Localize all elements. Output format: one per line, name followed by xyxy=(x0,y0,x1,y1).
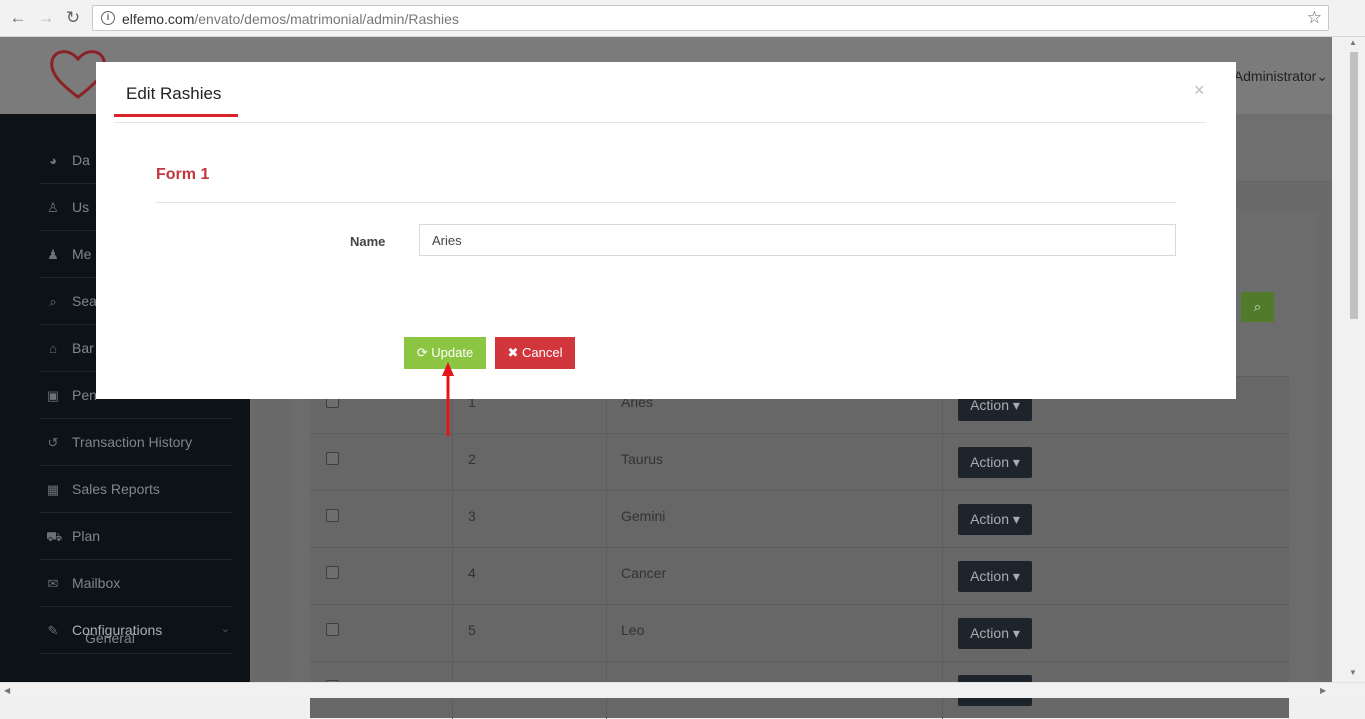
times-icon: ✖ xyxy=(507,345,519,360)
row-number: 2 xyxy=(468,451,476,467)
image-icon: ▣ xyxy=(46,388,60,403)
bookmark-star-icon[interactable]: ☆ xyxy=(1307,8,1322,28)
url-path: /envato/demos/matrimonial/admin/Rashies xyxy=(194,11,459,27)
cancel-label: Cancel xyxy=(522,345,563,360)
sidebar-item-9[interactable]: ✉ Mailbox xyxy=(40,560,232,607)
modal-header-divider xyxy=(114,122,1206,123)
row-checkbox[interactable] xyxy=(326,509,339,522)
row-number: 3 xyxy=(468,508,476,524)
chevron-down-icon: ⌄ xyxy=(1316,68,1328,84)
row-name: Cancer xyxy=(621,565,667,581)
scroll-up-icon[interactable]: ▲ xyxy=(1349,38,1357,47)
sidebar-item-label: Sea xyxy=(72,293,97,309)
sidebar-item-label: Transaction History xyxy=(72,434,193,450)
action-button[interactable]: Action ▾ xyxy=(958,447,1032,478)
sidebar-item-label: Bar xyxy=(72,340,94,356)
bank-icon: ⌂ xyxy=(49,341,57,356)
column-divider xyxy=(452,548,453,605)
user-icon: ♙ xyxy=(47,200,59,215)
sidebar-item-10[interactable]: ✎ Configurations ⌄ xyxy=(40,607,232,654)
row-checkbox[interactable] xyxy=(326,623,339,636)
column-divider xyxy=(606,434,607,491)
row-checkbox[interactable] xyxy=(326,566,339,579)
table-row: 3 Gemini Action ▾ xyxy=(310,490,1289,548)
row-name: Taurus xyxy=(621,451,664,467)
url-host: elfemo.com xyxy=(122,11,195,27)
column-divider xyxy=(606,548,607,605)
sidebar-item-label: Pen xyxy=(72,387,97,403)
sidebar-item-8[interactable]: ⛟ Plan xyxy=(40,513,232,560)
column-divider xyxy=(942,548,943,605)
row-number: 4 xyxy=(468,565,476,581)
chevron-down-icon: ⌄ xyxy=(220,623,230,635)
cart-icon: ⛟ xyxy=(46,529,63,544)
close-icon[interactable]: × xyxy=(1194,80,1205,101)
search-icon: ⌕ xyxy=(1253,299,1262,314)
sidebar-item-label: Da xyxy=(72,152,90,168)
admin-label: Administrator xyxy=(1233,68,1317,84)
address-bar[interactable]: i elfemo.com/envato/demos/matrimonial/ad… xyxy=(92,5,1329,31)
form-divider xyxy=(156,202,1176,203)
table-row: 4 Cancer Action ▾ xyxy=(310,547,1289,605)
scroll-right-icon[interactable]: ▶ xyxy=(1320,686,1326,695)
browser-toolbar: ← → ↻ i elfemo.com/envato/demos/matrimon… xyxy=(0,0,1365,37)
cancel-button[interactable]: ✖ Cancel xyxy=(495,337,575,369)
envelope-icon: ✉ xyxy=(47,576,59,591)
info-icon[interactable]: i xyxy=(101,11,115,25)
vertical-scrollbar[interactable]: ▲ ▼ xyxy=(1332,37,1365,682)
row-name: Gemini xyxy=(621,508,666,524)
table-search-button[interactable]: ⌕ xyxy=(1241,292,1274,322)
name-input[interactable] xyxy=(419,224,1176,256)
edit-rashies-modal: Edit Rashies × Form 1 Name ⟳ Update ✖ Ca… xyxy=(96,62,1236,399)
action-button[interactable]: Action ▾ xyxy=(958,618,1032,649)
modal-title-underline xyxy=(114,114,238,117)
sidebar-item-6[interactable]: ↺ Transaction History xyxy=(40,419,232,466)
column-divider xyxy=(452,434,453,491)
form-title: Form 1 xyxy=(156,166,210,183)
dashboard-icon: ◕ xyxy=(49,153,57,168)
modal-title: Edit Rashies xyxy=(126,84,222,103)
table-row: 5 Leo Action ▾ xyxy=(310,604,1289,662)
column-divider xyxy=(606,491,607,548)
name-label: Name xyxy=(350,234,386,249)
sidebar-item-label: Sales Reports xyxy=(72,481,160,497)
column-divider xyxy=(942,605,943,662)
members-icon: ♟ xyxy=(47,247,59,262)
search-icon: ⌕ xyxy=(49,294,57,309)
admin-menu[interactable]: Administrator⌄ xyxy=(1234,68,1328,85)
sidebar-item-label: Us xyxy=(72,199,90,215)
table-row: 2 Taurus Action ▾ xyxy=(310,433,1289,491)
forward-icon[interactable]: → xyxy=(35,7,57,29)
wrench-icon: ✎ xyxy=(47,623,59,638)
sidebar-subitem-general[interactable]: General xyxy=(85,630,135,646)
sidebar-item-label: Mailbox xyxy=(72,575,121,591)
annotation-arrow-icon xyxy=(442,362,454,436)
scrollbar-thumb[interactable] xyxy=(1350,52,1358,319)
refresh-icon: ⟳ xyxy=(416,345,428,360)
horizontal-scrollbar[interactable]: ◀ ▶ xyxy=(0,682,1365,698)
history-icon: ↺ xyxy=(47,435,59,450)
row-checkbox[interactable] xyxy=(326,452,339,465)
table-icon: ▦ xyxy=(46,482,60,497)
scroll-left-icon[interactable]: ◀ xyxy=(4,686,10,695)
column-divider xyxy=(606,605,607,662)
back-icon[interactable]: ← xyxy=(7,7,29,29)
row-number: 5 xyxy=(468,622,476,638)
column-divider xyxy=(942,491,943,548)
column-divider xyxy=(452,605,453,662)
action-button[interactable]: Action ▾ xyxy=(958,504,1032,535)
scroll-down-icon[interactable]: ▼ xyxy=(1349,668,1357,677)
update-label: Update xyxy=(431,345,474,360)
sidebar-item-label: Plan xyxy=(72,528,101,544)
action-button[interactable]: Action ▾ xyxy=(958,561,1032,592)
sidebar-item-7[interactable]: ▦ Sales Reports xyxy=(40,466,232,513)
sidebar-item-label: Me xyxy=(72,246,92,262)
reload-icon[interactable]: ↻ xyxy=(62,7,84,29)
url-text[interactable]: elfemo.com/envato/demos/matrimonial/admi… xyxy=(122,11,459,27)
row-name: Leo xyxy=(621,622,645,638)
column-divider xyxy=(452,491,453,548)
column-divider xyxy=(942,434,943,491)
